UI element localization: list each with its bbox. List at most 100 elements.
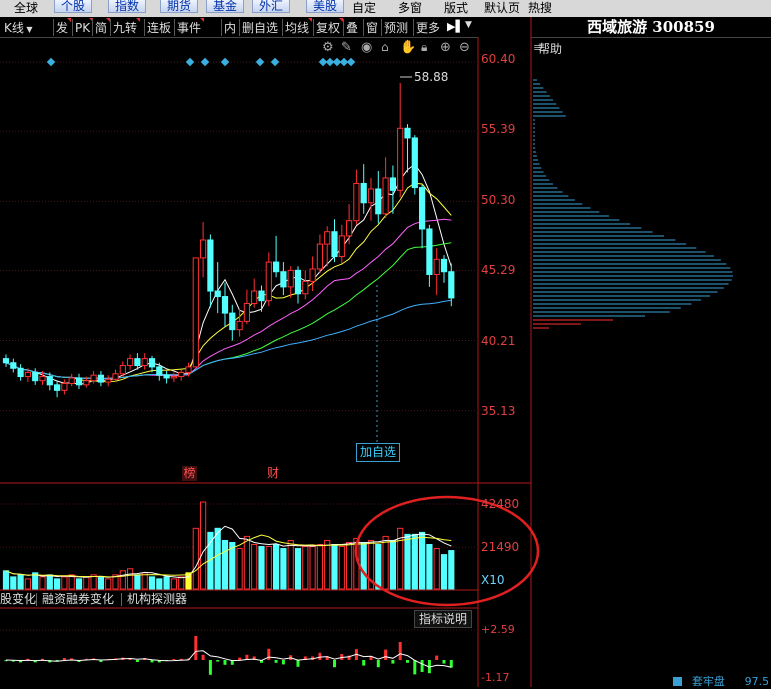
candle-body <box>105 378 112 383</box>
menu-item-1[interactable]: 个股 <box>54 0 93 13</box>
volume-bar <box>346 541 353 590</box>
candle-body <box>68 377 75 384</box>
event-diamond-icon <box>220 57 230 67</box>
candle-body <box>141 358 148 367</box>
indicator-bar <box>201 654 205 660</box>
volume-bar <box>411 533 418 590</box>
indicator-tick-1: -1.17 <box>481 671 510 684</box>
candle-body <box>170 376 178 379</box>
indicator-bar <box>406 660 409 663</box>
candle-body <box>324 231 331 245</box>
ma30-line <box>5 242 452 379</box>
sub-tab-separator <box>36 593 37 606</box>
volume-bar <box>127 568 134 590</box>
menu-item-0[interactable]: 全球 <box>14 0 38 17</box>
sub-tab-institution[interactable]: 机构探测器 <box>127 591 187 608</box>
volume-bar <box>2 570 10 590</box>
price-tick-3: 45.29 <box>481 263 516 277</box>
volume-bar <box>24 578 31 590</box>
volume-bar <box>148 576 156 590</box>
candle-body <box>24 371 31 378</box>
indicator-bar <box>208 660 212 675</box>
volume-bar <box>192 527 199 590</box>
indicator-bar <box>274 660 278 663</box>
indicator-bar <box>413 660 417 675</box>
indicator-bar <box>150 660 154 663</box>
menu-item-9[interactable]: 版式 <box>444 0 468 17</box>
indicator-bar <box>384 649 388 660</box>
menu-item-4[interactable]: 基金 <box>206 0 245 13</box>
ma60-line <box>5 299 452 379</box>
menu-item-11[interactable]: 热搜 <box>528 0 552 17</box>
indicator-bar <box>362 660 366 666</box>
candlestick-chart[interactable] <box>0 17 771 687</box>
menu-item-3[interactable]: 期货 <box>160 0 199 13</box>
menu-item-7[interactable]: 自定 <box>352 0 376 17</box>
candle-body <box>265 261 272 302</box>
max-price-label: 58.88 <box>414 70 449 84</box>
volume-bar <box>331 544 338 590</box>
candle-body <box>294 269 302 295</box>
candle-body <box>185 366 192 373</box>
indicator-bar <box>391 660 395 664</box>
candle-body <box>75 377 83 386</box>
sub-tab-margin[interactable]: 融资融券变化 <box>42 591 114 608</box>
menu-item-5[interactable]: 外汇 <box>252 0 291 13</box>
volume-bar <box>338 546 345 590</box>
menu-item-8[interactable]: 多窗 <box>398 0 422 17</box>
candle-body <box>200 239 207 259</box>
volume-bar <box>375 544 382 590</box>
candle-body <box>353 182 360 222</box>
event-tag-finance[interactable]: 财 <box>267 466 279 481</box>
indicator-help-button[interactable]: 指标说明 <box>414 610 472 628</box>
price-tick-1: 55.39 <box>481 122 516 136</box>
candle-body <box>375 188 382 215</box>
volume-bar <box>273 544 280 590</box>
sub-tab-share-change[interactable]: 股变化 <box>0 591 36 608</box>
candle-body <box>280 271 287 288</box>
menu-item-10[interactable]: 默认页 <box>484 0 520 17</box>
volume-bar <box>294 548 302 590</box>
volume-bar <box>404 533 411 590</box>
candle-body <box>119 365 126 375</box>
ma20-line <box>5 218 452 379</box>
candle-body <box>411 137 418 189</box>
volume-bar <box>61 576 68 590</box>
volume-bar <box>316 544 323 590</box>
sub-tab-separator <box>121 593 122 606</box>
candle-body <box>32 371 39 382</box>
price-tick-2: 50.30 <box>481 193 516 207</box>
volume-bar <box>382 535 389 590</box>
indicator-bar <box>435 655 439 660</box>
event-diamond-icon <box>346 57 356 67</box>
volume-bar <box>170 578 178 590</box>
event-tag-rank[interactable]: 榜 <box>182 466 197 481</box>
volume-bar <box>75 578 83 590</box>
candle-body <box>287 269 294 288</box>
menu-item-6[interactable]: 美股 <box>306 0 345 13</box>
event-diamond-icon <box>270 57 280 67</box>
volume-bar <box>39 576 46 590</box>
menu-item-2[interactable]: 指数 <box>108 0 147 13</box>
volume-bar <box>105 578 112 590</box>
volume-bar <box>46 574 53 590</box>
candle-body <box>360 182 367 204</box>
volume-bar <box>360 541 367 590</box>
candle-body <box>134 358 141 367</box>
indicator-bar <box>333 660 336 668</box>
add-favorite-button[interactable]: 加自选 <box>356 443 401 462</box>
indicator-bar <box>172 659 176 660</box>
candle-body <box>229 312 236 331</box>
event-diamond-icon <box>46 57 56 67</box>
candle-body <box>346 220 353 237</box>
candle-body <box>273 261 280 273</box>
candle-body <box>236 320 243 331</box>
candle-body <box>163 374 170 379</box>
candle-body <box>97 374 105 383</box>
volume-tick-1: 21490 <box>481 540 520 554</box>
volume-bar <box>83 576 90 590</box>
candle-body <box>243 302 251 322</box>
volume-unit-label: X10 <box>481 573 505 587</box>
candle-body <box>389 177 396 191</box>
volume-tick-0: 42480 <box>481 497 520 511</box>
